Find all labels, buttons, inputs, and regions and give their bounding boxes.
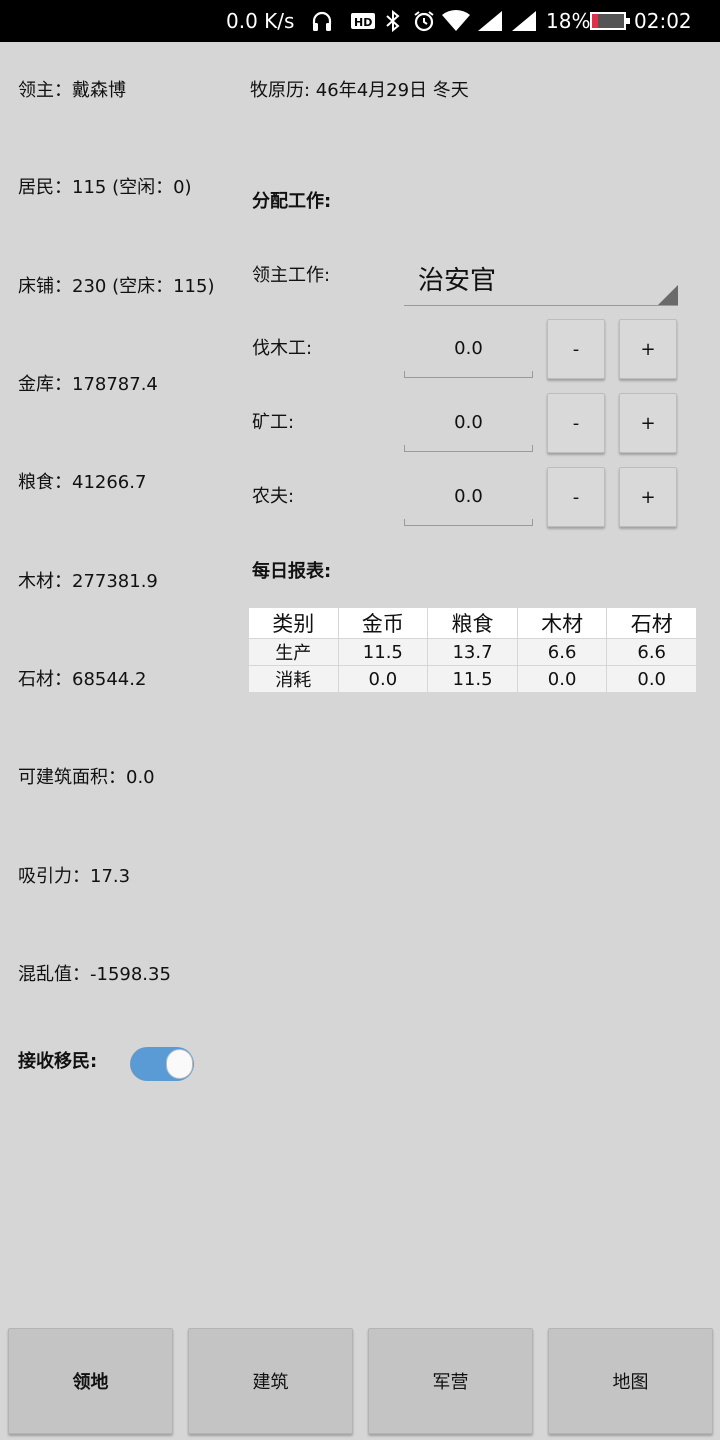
- table-header-cell: 类别: [248, 607, 339, 639]
- headphones-icon: [310, 0, 334, 42]
- lord-job-value: 治安官: [418, 266, 497, 296]
- table-header-cell: 粮食: [427, 607, 518, 639]
- signal-icon: [510, 0, 538, 42]
- job-label: 伐木工:: [252, 338, 313, 359]
- daily-report-title: 每日报表:: [252, 561, 332, 582]
- assign-work-title: 分配工作:: [252, 191, 332, 212]
- table-row: 消耗 0.0 11.5 0.0 0.0: [248, 665, 697, 693]
- treasury-stat: 金库：178787.4: [18, 374, 158, 395]
- battery-icon: [590, 12, 630, 30]
- woodcutter-input[interactable]: 0.0: [404, 320, 533, 378]
- toggle-knob: [166, 1049, 193, 1079]
- farmer-value: 0.0: [454, 486, 483, 507]
- table-cell: 11.5: [337, 638, 429, 666]
- grain-stat: 粮食：41266.7: [18, 472, 147, 493]
- lord-job-dropdown[interactable]: 治安官: [404, 250, 678, 306]
- lord-job-label: 领主工作:: [252, 265, 331, 286]
- network-speed: 0.0 K/s: [226, 9, 295, 33]
- woodcutter-plus-button[interactable]: +: [619, 319, 677, 379]
- table-header-row: 类别 金币 粮食 木材 石材: [248, 607, 697, 639]
- table-cell: 0.0: [516, 665, 608, 693]
- battery-percent: 18%: [546, 9, 591, 33]
- bluetooth-icon: [384, 0, 402, 42]
- miner-input[interactable]: 0.0: [404, 394, 533, 452]
- hd-icon: HD: [350, 0, 376, 42]
- table-cell: 13.7: [427, 638, 518, 666]
- miner-value: 0.0: [454, 412, 483, 433]
- nav-barracks-button[interactable]: 军营: [368, 1328, 533, 1434]
- woodcutter-minus-button[interactable]: -: [547, 319, 605, 379]
- calendar-date: 牧原历: 46年4月29日 冬天: [250, 80, 469, 101]
- table-cell: 0.0: [337, 665, 429, 693]
- accept-immigrants-label: 接收移民:: [18, 1051, 98, 1072]
- table-cell: 0.0: [606, 665, 697, 693]
- wood-stat: 木材：277381.9: [18, 571, 158, 592]
- farmer-input[interactable]: 0.0: [404, 468, 533, 526]
- wifi-icon: [441, 0, 471, 42]
- attraction-stat: 吸引力：17.3: [18, 866, 131, 887]
- woodcutter-value: 0.0: [454, 338, 483, 359]
- stone-stat: 石材：68544.2: [18, 669, 147, 690]
- table-header-cell: 石材: [606, 607, 697, 639]
- signal-icon: [476, 0, 504, 42]
- table-cell: 生产: [248, 638, 339, 666]
- nav-territory-button[interactable]: 领地: [8, 1328, 173, 1434]
- miner-plus-button[interactable]: +: [619, 393, 677, 453]
- status-bar: 0.0 K/s HD 18% 02:02: [0, 0, 720, 42]
- accept-immigrants-toggle[interactable]: [130, 1047, 194, 1081]
- miner-minus-button[interactable]: -: [547, 393, 605, 453]
- table-cell: 6.6: [516, 638, 608, 666]
- daily-report-table: 类别 金币 粮食 木材 石材 生产 11.5 13.7 6.6 6.6 消耗 0…: [248, 607, 697, 693]
- lord-name: 领主：戴森博: [18, 80, 126, 101]
- build-area-stat: 可建筑面积：0.0: [18, 767, 155, 788]
- farmer-minus-button[interactable]: -: [547, 467, 605, 527]
- table-row: 生产 11.5 13.7 6.6 6.6: [248, 638, 697, 666]
- residents-stat: 居民：115 (空闲：0): [18, 177, 192, 198]
- job-label: 农夫:: [252, 486, 295, 507]
- table-header-cell: 金币: [337, 607, 429, 639]
- table-cell: 消耗: [248, 665, 339, 693]
- nav-map-button[interactable]: 地图: [548, 1328, 713, 1434]
- dropdown-arrow-icon: [658, 285, 678, 305]
- alarm-icon: [412, 0, 436, 42]
- table-cell: 11.5: [427, 665, 518, 693]
- table-cell: 6.6: [606, 638, 697, 666]
- table-header-cell: 木材: [516, 607, 608, 639]
- nav-buildings-button[interactable]: 建筑: [188, 1328, 353, 1434]
- job-label: 矿工:: [252, 412, 295, 433]
- chaos-stat: 混乱值：-1598.35: [18, 964, 171, 985]
- beds-stat: 床铺：230 (空床：115): [18, 276, 215, 297]
- clock: 02:02: [634, 9, 692, 33]
- farmer-plus-button[interactable]: +: [619, 467, 677, 527]
- svg-text:HD: HD: [354, 16, 372, 29]
